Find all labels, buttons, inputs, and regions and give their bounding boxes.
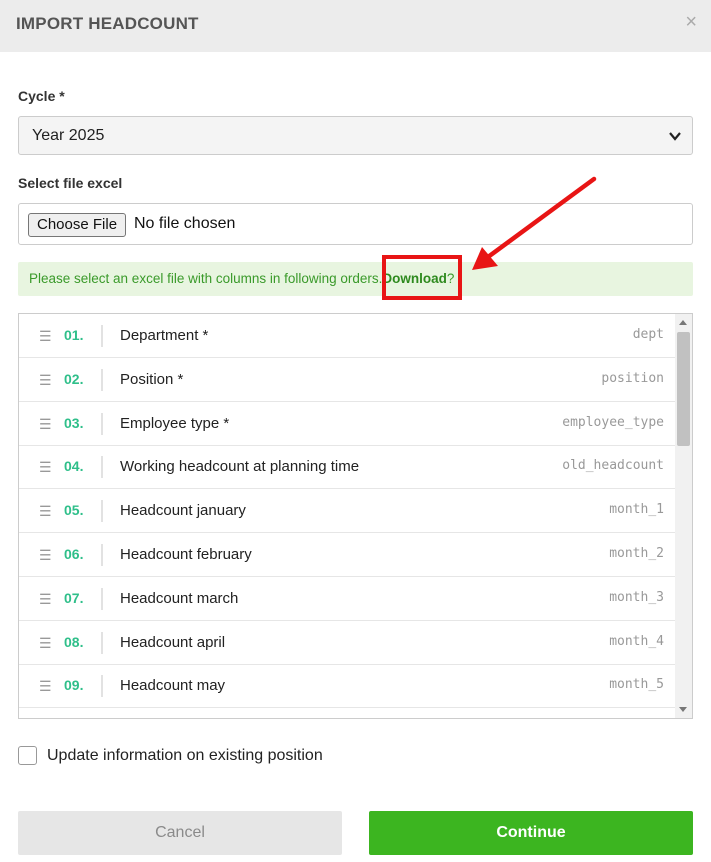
drag-handle-icon[interactable]: ☰	[39, 678, 52, 695]
drag-handle-icon[interactable]: ☰	[39, 328, 52, 345]
column-name: Employee type *	[120, 414, 230, 432]
column-number: 05.	[64, 502, 84, 519]
list-item[interactable]: ☰ 04. Working headcount at planning time ol…	[19, 445, 676, 490]
list-item[interactable]: ☰ 03. Employee type * employee_type	[19, 402, 676, 446]
column-key: position	[601, 370, 664, 386]
column-number: 03.	[64, 414, 84, 431]
column-key: month_2	[609, 546, 664, 561]
drag-handle-icon[interactable]: ☰	[39, 503, 52, 520]
file-status: No file chosen	[134, 215, 236, 232]
drag-handle-icon[interactable]: ☰	[39, 416, 52, 433]
divider	[101, 368, 103, 391]
column-name: Department *	[120, 327, 209, 344]
list-item[interactable]: ☰ 01. Department * dept	[19, 314, 676, 358]
scrollbar[interactable]	[675, 314, 692, 718]
column-name: Headcount february	[120, 546, 252, 563]
continue-button[interactable]: Continue	[369, 811, 693, 855]
list-item[interactable]: ☰ 05. Headcount january month_1	[19, 489, 676, 534]
list-item[interactable]: ☰ 02. Position * position	[19, 358, 676, 402]
divider	[101, 587, 103, 610]
list-item[interactable]: ☰ 08. Headcount april month_4	[19, 621, 676, 665]
cancel-button[interactable]: Cancel	[18, 811, 342, 855]
drag-handle-icon[interactable]: ☰	[39, 459, 52, 476]
column-name: Headcount january	[120, 502, 246, 520]
chevron-down-icon	[669, 132, 681, 141]
choose-file-button[interactable]: Choose File	[28, 213, 127, 237]
divider	[101, 412, 103, 435]
annotation-arrow-icon	[472, 176, 597, 270]
list-item[interactable]: ☰ 06. Headcount february month_2	[19, 533, 676, 577]
scroll-down-icon[interactable]	[679, 707, 687, 712]
highlight-box	[382, 255, 462, 300]
divider	[101, 325, 103, 347]
column-key: dept	[632, 327, 664, 342]
file-label: Select file excel	[18, 175, 123, 191]
cycle-selected-value: Year 2025	[32, 127, 105, 144]
column-number: 07.	[64, 589, 84, 606]
column-number: 08.	[64, 633, 84, 650]
column-key: month_3	[609, 589, 664, 605]
list-item[interactable]: ☰ 07. Headcount march month_3	[19, 577, 676, 621]
drag-handle-icon[interactable]: ☰	[39, 591, 52, 608]
cycle-label: Cycle *	[18, 88, 65, 104]
scroll-up-icon[interactable]	[679, 320, 687, 325]
divider	[101, 675, 103, 698]
update-existing-checkbox[interactable]	[18, 746, 37, 765]
column-key: month_4	[609, 633, 664, 649]
column-number: 02.	[64, 370, 84, 387]
column-name: Headcount march	[120, 589, 239, 607]
column-order-list[interactable]: ☰ 01. Department * dept ☰ 02. Position * positi…	[18, 313, 693, 719]
column-key: employee_type	[562, 414, 664, 430]
drag-handle-icon[interactable]: ☰	[39, 372, 52, 389]
column-number: 09.	[64, 677, 84, 694]
column-name: Working headcount at planning time	[120, 458, 360, 476]
divider	[101, 631, 103, 654]
divider	[101, 456, 103, 479]
update-existing-label: Update information on existing position	[47, 747, 323, 764]
close-icon[interactable]: ×	[685, 12, 697, 32]
list-item[interactable]: ☰ 09. Headcount may month_5	[19, 664, 676, 709]
cycle-select[interactable]: Year 2025	[18, 116, 693, 155]
column-key: month_5	[609, 677, 664, 693]
column-name: Headcount april	[120, 633, 226, 651]
divider	[101, 544, 103, 566]
column-key: old_headcount	[562, 458, 664, 474]
column-number: 01.	[64, 327, 84, 343]
column-number: 04.	[64, 458, 84, 475]
drag-handle-icon[interactable]: ☰	[39, 547, 52, 564]
column-key: month_1	[609, 502, 664, 518]
divider	[101, 500, 103, 523]
column-number: 06.	[64, 546, 84, 562]
dialog-title: IMPORT HEADCOUNT	[16, 14, 199, 33]
notice-message: Please select an excel file with columns…	[29, 271, 383, 286]
scrollbar-thumb[interactable]	[677, 332, 690, 446]
dialog-header: IMPORT HEADCOUNT ×	[0, 0, 711, 52]
drag-handle-icon[interactable]: ☰	[39, 635, 52, 652]
column-name: Headcount may	[120, 677, 226, 695]
column-name: Position *	[120, 370, 184, 388]
